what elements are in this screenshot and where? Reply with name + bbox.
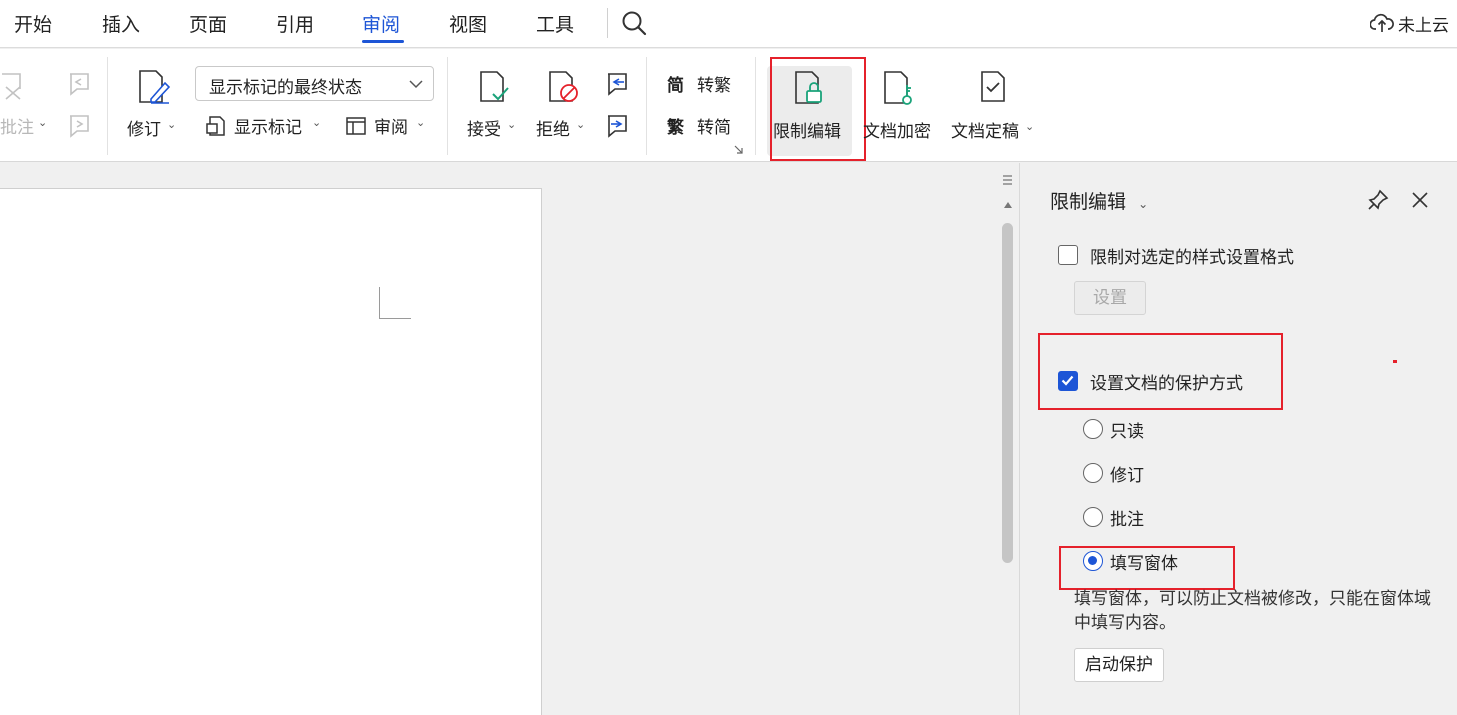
settings-button: 设置 — [1074, 281, 1146, 315]
protect-doc-checkbox[interactable] — [1058, 371, 1078, 391]
restrict-edit-button[interactable]: 限制编辑 — [767, 66, 852, 156]
radio-comments[interactable] — [1083, 507, 1103, 527]
reject-change-icon[interactable] — [547, 70, 581, 104]
review-pane-label: 审阅 — [374, 118, 408, 138]
show-markup-label: 显示标记 — [234, 118, 302, 138]
traditional-glyph-icon: 简 — [667, 76, 684, 96]
markup-display-select[interactable]: 显示标记的最终状态 — [195, 66, 434, 101]
finalize-doc-button[interactable]: 文档定稿 ⌄ — [951, 66, 1039, 156]
option-comments-label: 批注 — [1110, 510, 1144, 530]
tab-references[interactable]: 引用 — [276, 10, 314, 37]
chevron-down-icon: ⌄ — [507, 118, 517, 131]
red-marker-dot — [1393, 360, 1397, 363]
start-protection-button[interactable]: 启动保护 — [1074, 648, 1164, 682]
pin-icon[interactable] — [1366, 188, 1390, 212]
tab-view[interactable]: 视图 — [449, 10, 487, 37]
ribbon-toolbar: 批注 ⌄ 修订 ⌄ 显示标记的最终状态 显示标记 ⌄ 审阅 ⌄ 接受 ⌄ 拒绝 … — [0, 49, 1457, 162]
chevron-down-icon: ⌄ — [38, 116, 48, 129]
chevron-down-icon: ⌄ — [312, 116, 322, 129]
close-icon[interactable] — [1410, 190, 1430, 210]
chevron-down-icon: ⌄ — [167, 118, 177, 131]
scroll-up-icon[interactable] — [1003, 201, 1013, 209]
document-canvas — [0, 163, 1000, 715]
ribbon-divider — [107, 57, 108, 155]
doc-lock-icon — [795, 71, 822, 104]
markup-doc-icon — [206, 116, 225, 136]
restrict-edit-label: 限制编辑 — [773, 122, 841, 142]
option-description: 填写窗体，可以防止文档被修改，只能在窗体域中填写内容。 — [1074, 589, 1431, 633]
encrypt-doc-label: 文档加密 — [863, 122, 931, 142]
radio-fill-forms[interactable] — [1083, 551, 1103, 571]
tab-tools[interactable]: 工具 — [536, 10, 574, 37]
option-read-only-label: 只读 — [1110, 422, 1144, 442]
ribbon-divider — [646, 57, 647, 155]
show-markup-button[interactable]: 显示标记 ⌄ — [205, 113, 325, 141]
menu-divider — [607, 8, 608, 38]
ribbon-divider — [755, 57, 756, 155]
option-fill-forms-label: 填写窗体 — [1110, 554, 1178, 574]
previous-comment-icon[interactable] — [66, 71, 92, 97]
tab-page[interactable]: 页面 — [189, 10, 227, 37]
encrypt-doc-button[interactable]: 文档加密 — [862, 66, 938, 156]
protect-doc-label: 设置文档的保护方式 — [1090, 374, 1243, 394]
accept-label: 接受 — [467, 120, 501, 140]
chevron-down-icon — [409, 80, 423, 89]
revise-label: 修订 — [127, 120, 161, 140]
style-restrict-checkbox[interactable] — [1058, 245, 1078, 265]
review-pane-icon — [346, 117, 366, 135]
tab-review[interactable]: 审阅 — [362, 10, 400, 37]
page-margin-corner-mark — [379, 287, 411, 319]
chevron-down-icon: ⌄ — [576, 118, 586, 131]
simplified-glyph-icon: 繁 — [667, 118, 684, 138]
menu-bar: 开始 插入 页面 引用 审阅 视图 工具 未上云 — [0, 0, 1457, 48]
checkmark-icon — [1061, 375, 1074, 386]
to-simplified-label: 转简 — [697, 118, 731, 138]
chevron-down-icon: ⌄ — [416, 116, 426, 129]
comment-label: 批注 — [0, 118, 34, 138]
chevron-down-icon: ⌄ — [1025, 120, 1035, 133]
scroll-split-icon[interactable] — [1002, 173, 1013, 187]
track-changes-icon[interactable] — [137, 69, 171, 105]
review-pane-button[interactable]: 审阅 ⌄ — [345, 113, 430, 141]
reject-label: 拒绝 — [536, 120, 570, 140]
restrict-edit-panel: 限制编辑 ⌄ 限制对选定的样式设置格式 设置 设置文档的保护方式 只读 修订 批… — [1020, 163, 1457, 715]
scroll-thumb[interactable] — [1002, 223, 1013, 563]
to-traditional-button[interactable]: 简 转繁 — [667, 71, 737, 99]
previous-change-icon[interactable] — [604, 71, 630, 97]
style-restrict-label: 限制对选定的样式设置格式 — [1090, 248, 1294, 268]
vertical-scrollbar[interactable] — [1000, 163, 1020, 715]
chevron-down-icon: ⌄ — [1138, 197, 1149, 211]
search-icon[interactable] — [620, 9, 648, 37]
accept-change-icon[interactable] — [478, 70, 510, 104]
expand-dialog-icon[interactable] — [734, 145, 743, 154]
finalize-doc-label: 文档定稿 — [951, 122, 1019, 142]
doc-key-icon — [884, 71, 912, 105]
to-traditional-label: 转繁 — [697, 76, 731, 96]
markup-display-value: 显示标记的最终状态 — [209, 78, 362, 98]
tab-home[interactable]: 开始 — [14, 10, 52, 37]
option-track-changes-label: 修订 — [1110, 466, 1144, 486]
next-comment-icon[interactable] — [66, 113, 92, 139]
panel-title[interactable]: 限制编辑 ⌄ — [1050, 187, 1148, 214]
radio-read-only[interactable] — [1083, 419, 1103, 439]
delete-comment-icon[interactable] — [0, 71, 26, 101]
app-window: 开始 插入 页面 引用 审阅 视图 工具 未上云 批注 ⌄ 修订 ⌄ 显示标记的… — [0, 0, 1457, 715]
cloud-status-button[interactable]: 未上云 — [1370, 10, 1449, 36]
cloud-upload-icon — [1370, 13, 1394, 32]
to-simplified-button[interactable]: 繁 转简 — [667, 113, 737, 141]
ribbon-divider — [447, 57, 448, 155]
tab-insert[interactable]: 插入 — [102, 10, 140, 37]
next-change-icon[interactable] — [604, 113, 630, 139]
panel-title-label: 限制编辑 — [1050, 191, 1127, 213]
doc-check-icon — [981, 71, 1005, 102]
radio-track-changes[interactable] — [1083, 463, 1103, 483]
document-page[interactable] — [0, 188, 542, 715]
active-tab-indicator — [362, 40, 404, 43]
cloud-status-label: 未上云 — [1398, 15, 1449, 36]
